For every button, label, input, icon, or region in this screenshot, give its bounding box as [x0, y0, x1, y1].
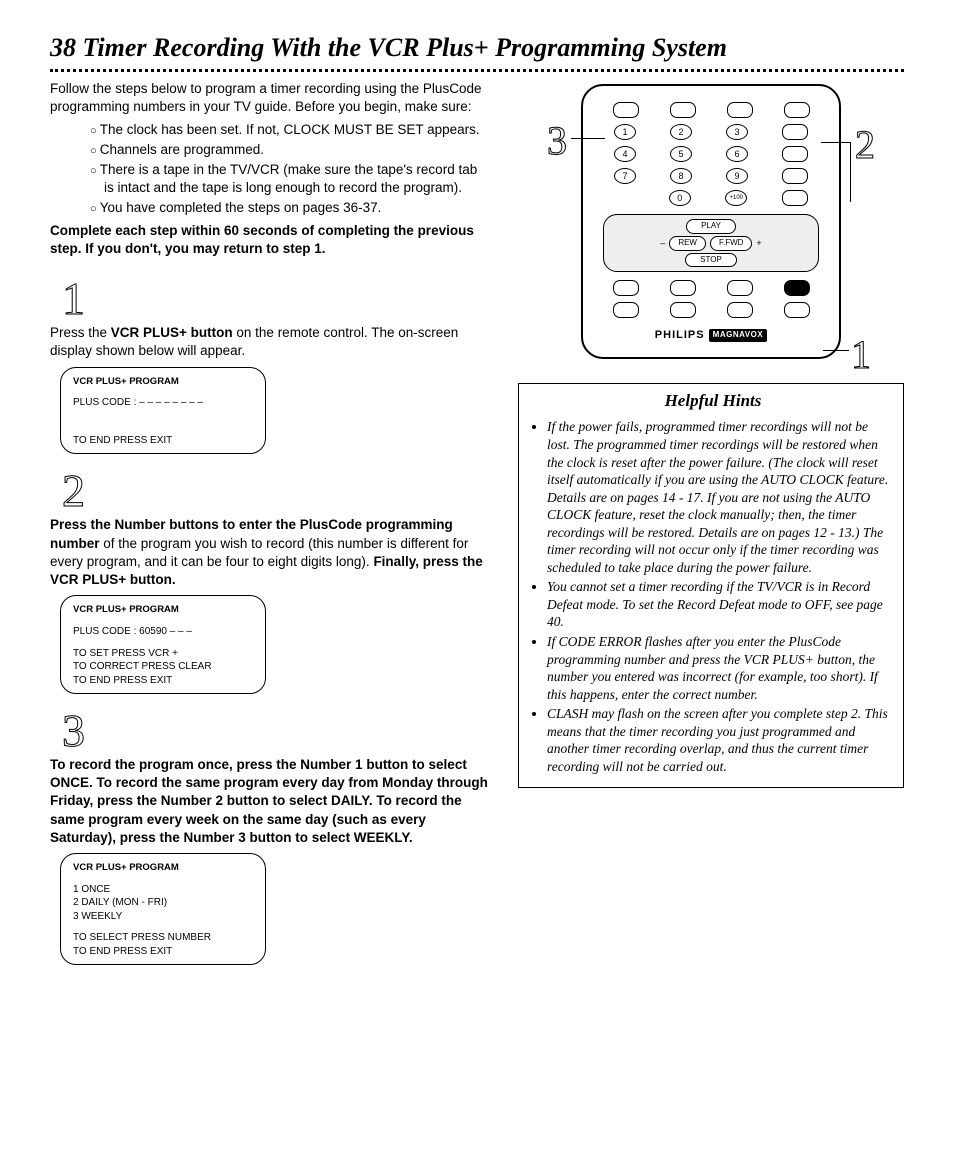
osd-step-3: VCR PLUS+ PROGRAM 1 ONCE 2 DAILY (MON - … — [60, 853, 266, 965]
remote-num-0: 0 — [669, 190, 691, 206]
page-number: 38 — [50, 33, 76, 62]
step-number-3: 3 — [60, 708, 85, 754]
hints-title: Helpful Hints — [533, 390, 893, 412]
hint-item: If CODE ERROR flashes after you enter th… — [547, 633, 893, 703]
osd-footer: TO SET PRESS VCR + — [73, 647, 253, 661]
remote-num-1: 1 — [614, 124, 636, 140]
remote-button — [727, 302, 753, 318]
osd-line: 1 ONCE — [73, 883, 253, 897]
remote-button — [670, 302, 696, 318]
intro-lead: Follow the steps below to program a time… — [50, 80, 490, 116]
callout-2: 2 — [855, 118, 875, 172]
intro-bullet: You have completed the steps on pages 36… — [90, 199, 490, 217]
hint-item: CLASH may flash on the screen after you … — [547, 705, 893, 775]
remote-button — [613, 302, 639, 318]
remote-vcrplus-button — [784, 280, 810, 296]
remote-button — [782, 124, 808, 140]
step-number-2: 2 — [60, 468, 85, 514]
intro-bullet: There is a tape in the TV/VCR (make sure… — [90, 161, 490, 197]
complete-note: Complete each step within 60 seconds of … — [50, 222, 490, 258]
remote-button — [784, 302, 810, 318]
remote-num-5: 5 — [670, 146, 692, 162]
osd-title: VCR PLUS+ PROGRAM — [73, 376, 253, 389]
brand-box: MAGNAVOX — [709, 329, 768, 342]
stop-button: STOP — [685, 253, 737, 268]
remote-button — [670, 102, 696, 118]
remote-button — [784, 102, 810, 118]
remote-transport: PLAY – REW F.FWD + STOP — [603, 214, 819, 272]
play-button: PLAY — [686, 219, 736, 234]
step-1-body: Press the VCR PLUS+ button on the remote… — [50, 324, 490, 360]
osd-footer: TO END PRESS EXIT — [73, 945, 253, 959]
remote-num-4: 4 — [614, 146, 636, 162]
remote-num-3: 3 — [726, 124, 748, 140]
osd-footer: TO END PRESS EXIT — [73, 674, 253, 688]
osd-footer: TO SELECT PRESS NUMBER — [73, 931, 253, 945]
osd-step-1: VCR PLUS+ PROGRAM PLUS CODE : – – – – – … — [60, 367, 266, 455]
rew-button: REW — [669, 236, 706, 251]
intro-bullet: Channels are programmed. — [90, 141, 490, 159]
remote-num-100: +100 — [725, 190, 747, 206]
osd-line: 3 WEEKLY — [73, 910, 253, 924]
hint-item: If the power fails, programmed timer rec… — [547, 418, 893, 576]
callout-3: 3 — [547, 114, 567, 168]
hint-item: You cannot set a timer recording if the … — [547, 578, 893, 631]
osd-footer: TO CORRECT PRESS CLEAR — [73, 660, 253, 674]
osd-title: VCR PLUS+ PROGRAM — [73, 604, 253, 617]
remote-num-7: 7 — [614, 168, 636, 184]
page-title-text: Timer Recording With the VCR Plus+ Progr… — [83, 33, 727, 62]
osd-line: PLUS CODE : 60590 – – – — [73, 625, 253, 639]
remote-brand: PHILIPS MAGNAVOX — [597, 328, 825, 343]
remote-num-2: 2 — [670, 124, 692, 140]
page-title: 38 Timer Recording With the VCR Plus+ Pr… — [50, 30, 904, 65]
osd-line: PLUS CODE : – – – – – – – – — [73, 396, 253, 410]
osd-line: 2 DAILY (MON - FRI) — [73, 896, 253, 910]
osd-step-2: VCR PLUS+ PROGRAM PLUS CODE : 60590 – – … — [60, 595, 266, 694]
callout-1: 1 — [851, 328, 871, 382]
remote-button — [782, 168, 808, 184]
ffwd-button: F.FWD — [710, 236, 752, 251]
remote-num-9: 9 — [726, 168, 748, 184]
step-2-body: Press the Number buttons to enter the Pl… — [50, 516, 490, 589]
step-3-body: To record the program once, press the Nu… — [50, 756, 490, 847]
osd-title: VCR PLUS+ PROGRAM — [73, 862, 253, 875]
right-column: 3 2 1 1 2 3 — [518, 80, 904, 788]
remote-button — [782, 190, 808, 206]
callout-line — [850, 142, 851, 202]
intro-bullet: The clock has been set. If not, CLOCK MU… — [90, 121, 490, 139]
remote-button — [727, 102, 753, 118]
remote-body: 1 2 3 4 5 6 7 8 9 — [581, 84, 841, 359]
remote-button — [782, 146, 808, 162]
title-divider — [50, 69, 904, 72]
remote-diagram: 3 2 1 1 2 3 — [581, 84, 841, 359]
callout-line — [823, 350, 849, 351]
remote-num-8: 8 — [670, 168, 692, 184]
step-number-1: 1 — [60, 276, 85, 322]
callout-line — [571, 138, 605, 139]
helpful-hints-box: Helpful Hints If the power fails, progra… — [518, 383, 904, 788]
instructions-column: Follow the steps below to program a time… — [50, 80, 490, 965]
remote-button — [727, 280, 753, 296]
osd-footer: TO END PRESS EXIT — [73, 434, 253, 448]
intro-bullets: The clock has been set. If not, CLOCK MU… — [50, 121, 490, 218]
remote-button — [670, 280, 696, 296]
remote-button — [613, 280, 639, 296]
callout-line — [821, 142, 851, 143]
remote-button — [613, 102, 639, 118]
remote-num-6: 6 — [726, 146, 748, 162]
intro-block: Follow the steps below to program a time… — [50, 80, 490, 258]
